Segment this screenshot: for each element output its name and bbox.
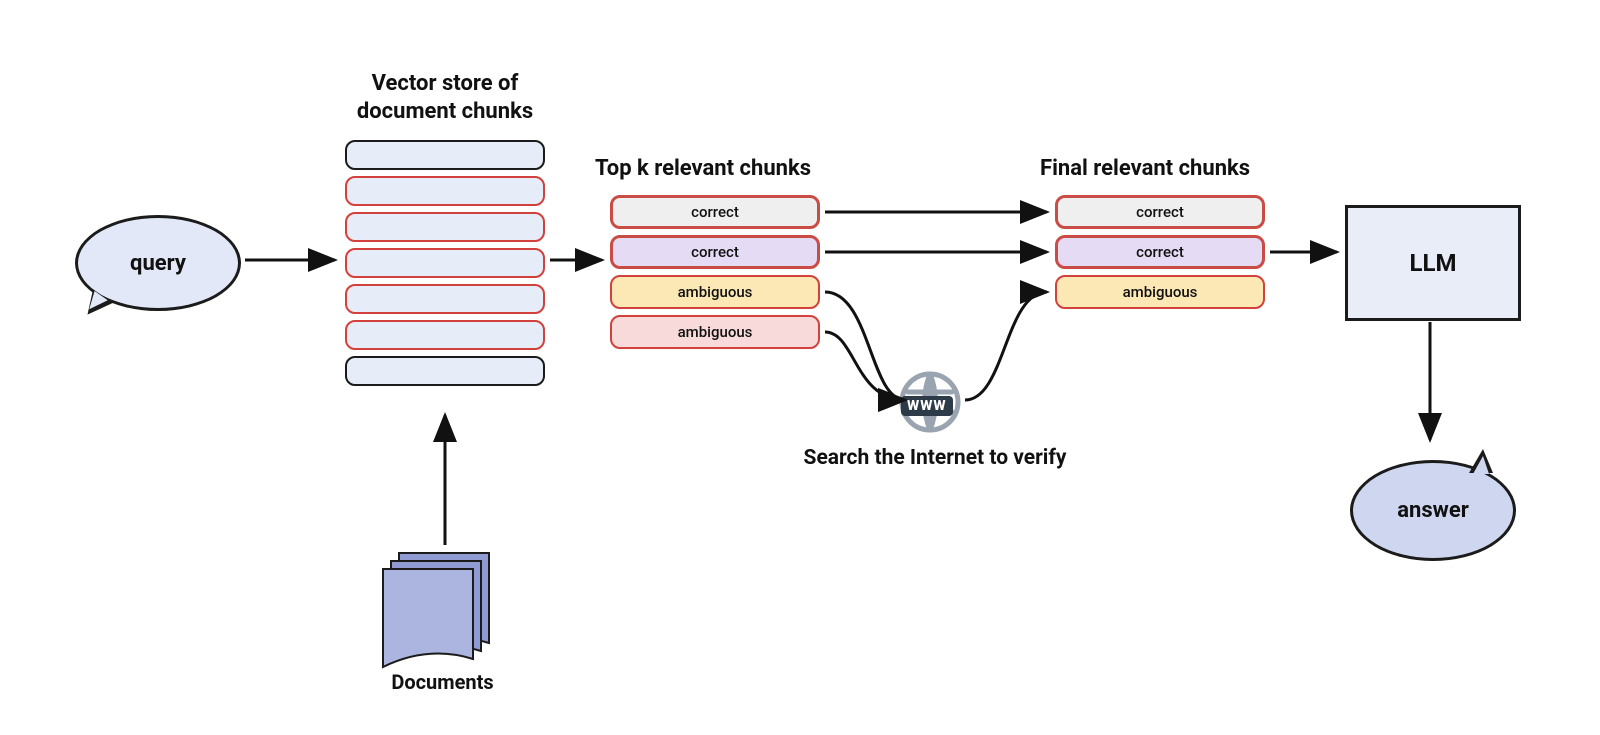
top-k-chunk: ambiguous: [610, 315, 820, 349]
chunk-label: correct: [1136, 243, 1184, 261]
top-k-heading: Top k relevant chunks: [595, 155, 855, 183]
vector-chunk: [345, 284, 545, 314]
answer-label: answer: [1397, 498, 1469, 523]
vector-chunk: [345, 356, 545, 386]
documents-icon: [375, 545, 515, 675]
top-k-chunk: correct: [610, 195, 820, 229]
final-chunk: ambiguous: [1055, 275, 1265, 309]
arrows-layer: [0, 0, 1600, 735]
search-caption: Search the Internet to verify: [775, 445, 1095, 471]
top-k-chunk: correct: [610, 235, 820, 269]
vector-chunk: [345, 176, 545, 206]
vector-chunk: [345, 248, 545, 278]
query-label: query: [130, 251, 186, 276]
diagram-canvas: query Vector store of document chunks Do…: [0, 0, 1600, 735]
chunk-label: correct: [1136, 203, 1184, 221]
top-k-stack: correct correct ambiguous ambiguous: [610, 195, 820, 355]
chunk-label: correct: [691, 203, 739, 221]
top-k-chunk: ambiguous: [610, 275, 820, 309]
llm-label: LLM: [1410, 249, 1457, 277]
llm-box: LLM: [1345, 205, 1521, 321]
final-chunk: correct: [1055, 235, 1265, 269]
chunk-label: correct: [691, 243, 739, 261]
vector-chunk: [345, 320, 545, 350]
www-badge: WWW: [901, 396, 953, 416]
chunk-label: ambiguous: [678, 323, 753, 341]
answer-bubble: answer: [1350, 460, 1516, 561]
vector-store-stack: [345, 140, 545, 392]
vector-store-heading: Vector store of document chunks: [325, 70, 565, 125]
www-icon: WWW: [895, 370, 965, 438]
documents-label: Documents: [355, 670, 530, 695]
vector-chunk: [345, 212, 545, 242]
final-chunk: correct: [1055, 195, 1265, 229]
final-heading: Final relevant chunks: [1040, 155, 1290, 183]
chunk-label: ambiguous: [1123, 283, 1198, 301]
vector-chunk: [345, 140, 545, 170]
query-bubble: query: [75, 215, 241, 311]
chunk-label: ambiguous: [678, 283, 753, 301]
final-stack: correct correct ambiguous: [1055, 195, 1265, 315]
